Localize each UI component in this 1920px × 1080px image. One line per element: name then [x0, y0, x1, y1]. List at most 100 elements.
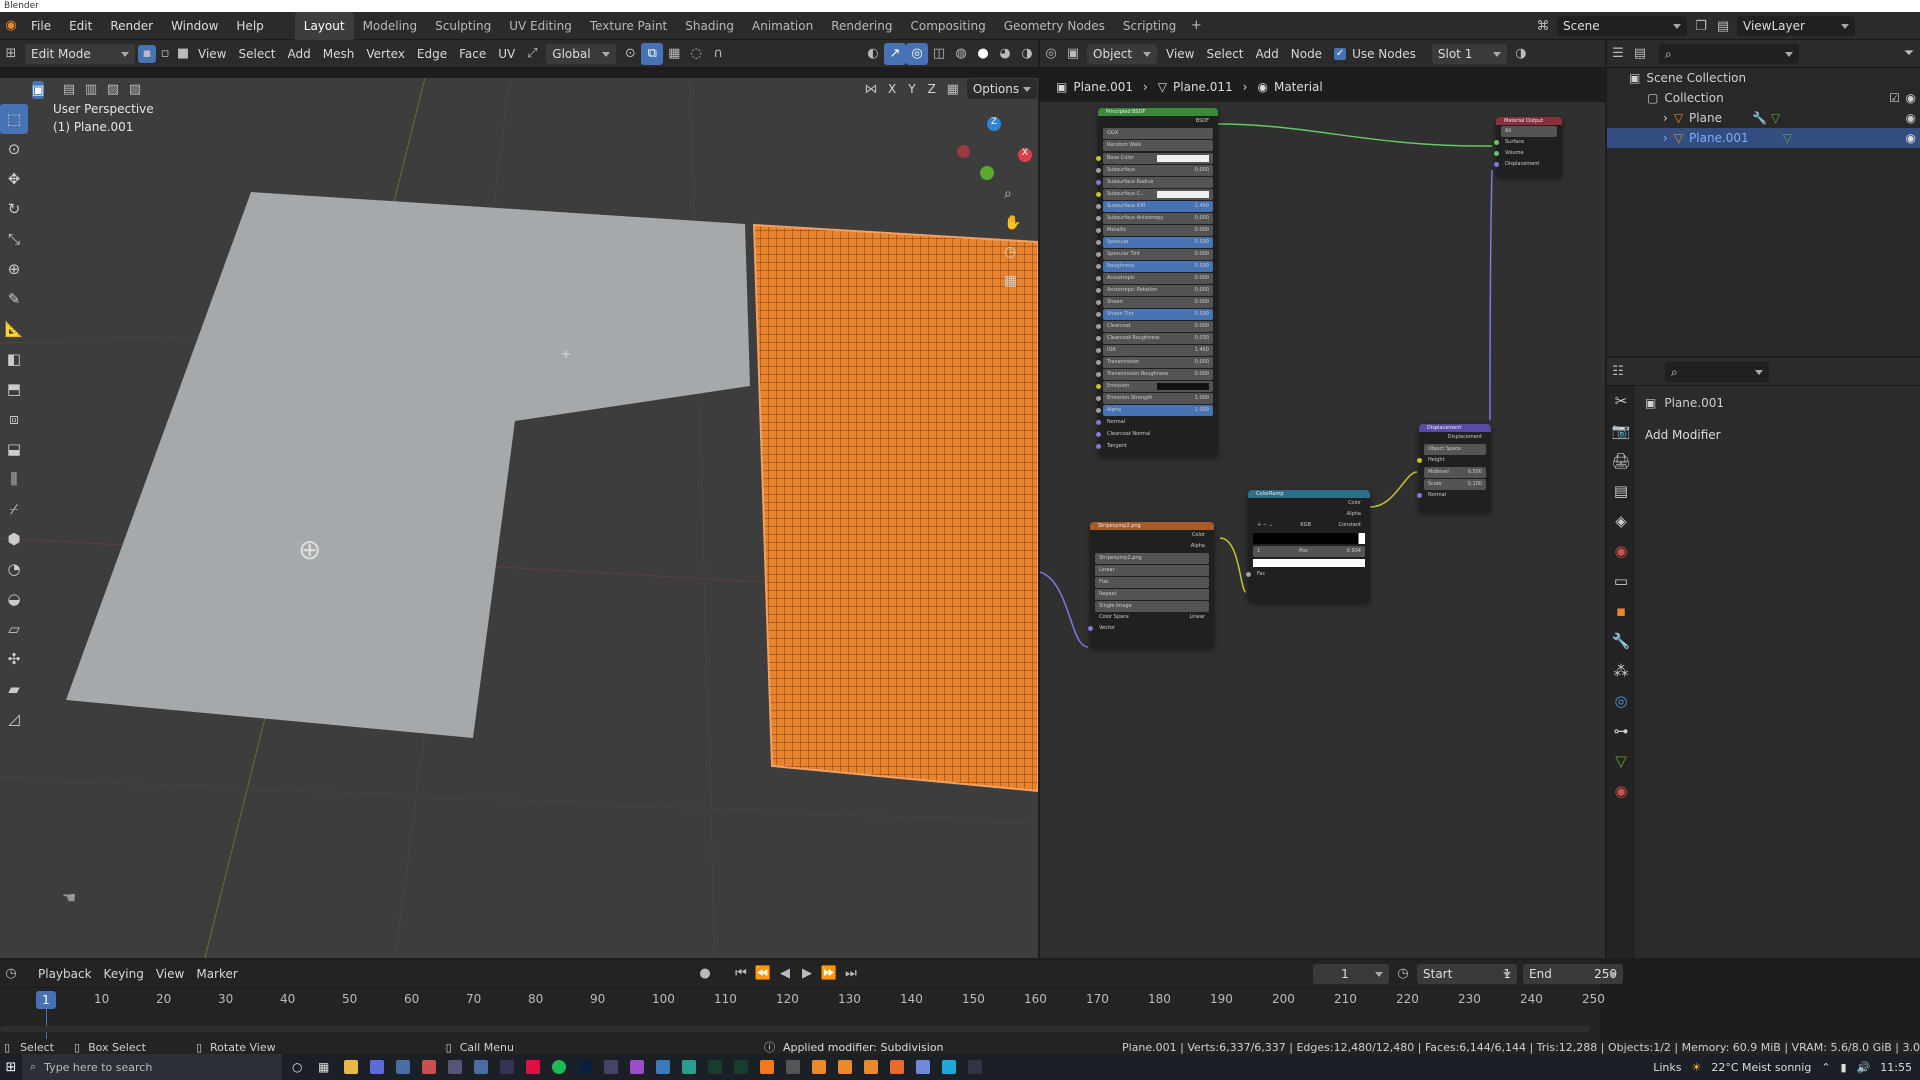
outliner-editor-icon[interactable]: ☰ — [1607, 43, 1629, 65]
bsdf-input-ior[interactable]: IOR 1.450 — [1096, 345, 1213, 356]
spin-tool-icon[interactable]: ◔ — [0, 554, 28, 584]
options-dropdown[interactable]: Options — [966, 79, 1038, 99]
x-axis-icon[interactable]: X — [1018, 148, 1032, 162]
input-socket-icon[interactable] — [1096, 312, 1101, 317]
app-icon[interactable] — [708, 1060, 722, 1074]
view-layer-tab-icon[interactable]: ▤ — [1607, 476, 1635, 506]
xray-icon[interactable]: ◫ — [928, 43, 950, 65]
input-socket-icon[interactable] — [1096, 264, 1101, 269]
ramp-position-row[interactable]: 1 Pos 0.934 — [1253, 546, 1365, 557]
app-icon[interactable] — [448, 1060, 462, 1074]
annotate-tool-icon[interactable]: ✎ — [0, 284, 28, 314]
input-socket-icon[interactable] — [1096, 216, 1101, 221]
taskbar-search[interactable]: ⌕ Type here to search — [22, 1054, 282, 1080]
clock[interactable]: 11:55 — [1880, 1061, 1912, 1074]
displacement-node[interactable]: Displacement Displacement Object Space H… — [1417, 424, 1491, 512]
properties-search[interactable]: ⌕ — [1665, 361, 1769, 382]
add-workspace-icon[interactable]: + — [1185, 15, 1207, 37]
viewport-menu-face[interactable]: Face — [453, 43, 492, 65]
node-menu-node[interactable]: Node — [1285, 43, 1328, 65]
view-layer-icon[interactable]: ▤ — [1712, 15, 1734, 37]
interpolation-dropdown[interactable]: Linear — [1095, 565, 1209, 576]
output-tab-icon[interactable]: 🖨 — [1607, 446, 1635, 476]
blender-task-icon[interactable] — [838, 1060, 852, 1074]
colorramp-node[interactable]: ColorRamp Color Alpha + − ⌄ RGB Constant 1… — [1246, 490, 1370, 602]
input-socket-icon[interactable] — [1096, 432, 1101, 437]
blender-task-icon[interactable] — [812, 1060, 826, 1074]
bsdf-input-transmission[interactable]: Transmission 0.000 — [1096, 357, 1213, 368]
app-icon[interactable] — [474, 1060, 488, 1074]
object-tab-icon[interactable]: ▪ — [1607, 596, 1635, 626]
timeline[interactable]: 10 20 30 40 50 60 70 80 90 100 110 120 130 140 150 160 1… — [0, 988, 1605, 1040]
blender-logo-icon[interactable]: ◉ — [0, 15, 22, 37]
bsdf-input-metallic[interactable]: Metallic 0.000 — [1096, 225, 1213, 236]
viewport-menu-view[interactable]: View — [192, 43, 232, 65]
bsdf-input-clearcoat[interactable]: Clearcoat 0.000 — [1096, 321, 1213, 332]
app-icon[interactable] — [786, 1060, 800, 1074]
bsdf-input-roughness[interactable]: Roughness 0.500 — [1096, 261, 1213, 272]
timeline-editor-icon[interactable]: ◷ — [0, 963, 22, 985]
poly-build-tool-icon[interactable]: ⬢ — [0, 524, 28, 554]
z-axis-icon[interactable]: Z — [987, 117, 1001, 131]
volume-input[interactable]: Volume — [1494, 148, 1557, 159]
height-input[interactable]: Height — [1417, 455, 1486, 466]
zoom-icon[interactable]: ⌕ — [1004, 186, 1012, 202]
scene-selector[interactable]: Scene — [1557, 16, 1687, 36]
knife-tool-icon[interactable]: ⌿ — [0, 494, 28, 524]
app-icon[interactable] — [890, 1060, 904, 1074]
overlay-icon[interactable]: ◎ — [906, 42, 928, 65]
expand-icon[interactable]: › — [1663, 111, 1668, 125]
edge-slide-tool-icon[interactable]: ▱ — [0, 614, 28, 644]
select-extend-icon[interactable]: ▤ — [58, 78, 80, 100]
bsdf-input-clearcoat-normal[interactable]: Clearcoat Normal — [1096, 429, 1213, 440]
app-icon[interactable] — [734, 1060, 748, 1074]
rip-tool-icon[interactable]: ◿ — [0, 704, 28, 734]
viewport-menu-select[interactable]: Select — [232, 43, 281, 65]
select-subtract-icon[interactable]: ▥ — [80, 78, 102, 100]
gizmo-icon[interactable]: ↗ — [884, 42, 906, 65]
input-socket-icon[interactable] — [1096, 168, 1101, 173]
render-tab-icon[interactable]: 📷 — [1607, 416, 1635, 446]
select-box-mode-icon[interactable]: ▣ — [32, 81, 45, 99]
tab-modeling[interactable]: Modeling — [354, 12, 427, 40]
outliner-item-plane[interactable]: › ▽ Plane 🔧 ▽ ◉ — [1607, 108, 1920, 128]
app-icon[interactable] — [682, 1060, 696, 1074]
editor-type-icon[interactable]: ⊞ — [0, 43, 22, 65]
add-modifier-button[interactable]: Add Modifier — [1645, 428, 1721, 442]
input-socket-icon[interactable] — [1096, 336, 1101, 341]
node-menu-add[interactable]: Add — [1250, 43, 1285, 65]
eye-icon[interactable]: ◉ — [1906, 131, 1916, 145]
bsdf-input-tangent[interactable]: Tangent — [1096, 441, 1213, 452]
vector-input[interactable]: Vector — [1088, 623, 1209, 634]
transform-tool-icon[interactable]: ⊕ — [0, 254, 28, 284]
proportional-edit-icon[interactable]: ◌ — [685, 43, 707, 65]
measure-tool-icon[interactable]: 📐 — [0, 314, 28, 344]
input-socket-icon[interactable] — [1096, 192, 1101, 197]
ramp-mode[interactable]: RGB — [1300, 520, 1311, 531]
wireframe-shading-icon[interactable]: ◍ — [950, 43, 972, 65]
file-explorer-icon[interactable] — [344, 1060, 358, 1074]
node-menu-select[interactable]: Select — [1200, 43, 1249, 65]
input-socket-icon[interactable] — [1096, 300, 1101, 305]
tab-layout[interactable]: Layout — [294, 11, 354, 40]
visibility-icon[interactable]: ◐ — [862, 43, 884, 65]
transform-orientation-selector[interactable]: Global — [546, 43, 617, 64]
ortho-toggle-icon[interactable]: ▦ — [1004, 273, 1017, 289]
prev-keyframe-icon[interactable]: ⏪ — [752, 963, 774, 985]
shader-node-editor[interactable]: Principled BSDF BSDF GGX Random Walk Bas… — [1040, 102, 1605, 958]
app-icon[interactable] — [760, 1060, 774, 1074]
bsdf-input-transmission-roughness[interactable]: Transmission Roughness 0.000 — [1096, 369, 1213, 380]
end-frame-field[interactable]: End 250 — [1523, 963, 1623, 984]
material-shading-icon[interactable]: ◕ — [994, 43, 1016, 65]
midlevel-field[interactable]: Midlevel 0.500 — [1424, 467, 1486, 478]
app-icon[interactable] — [630, 1060, 644, 1074]
app-icon[interactable] — [500, 1060, 514, 1074]
photoshop-icon[interactable] — [578, 1060, 592, 1074]
menu-edit[interactable]: Edit — [60, 12, 101, 40]
filter-icon[interactable]: ⏷ — [1898, 43, 1920, 65]
ramp-interp[interactable]: Constant — [1339, 520, 1361, 531]
timeline-menu-marker[interactable]: Marker — [190, 963, 243, 985]
scene-tab-icon[interactable]: ◈ — [1607, 506, 1635, 536]
outliner-item-plane001[interactable]: › ▽ Plane.001 ▽ ◉ — [1607, 128, 1920, 148]
tab-shading[interactable]: Shading — [676, 12, 743, 40]
